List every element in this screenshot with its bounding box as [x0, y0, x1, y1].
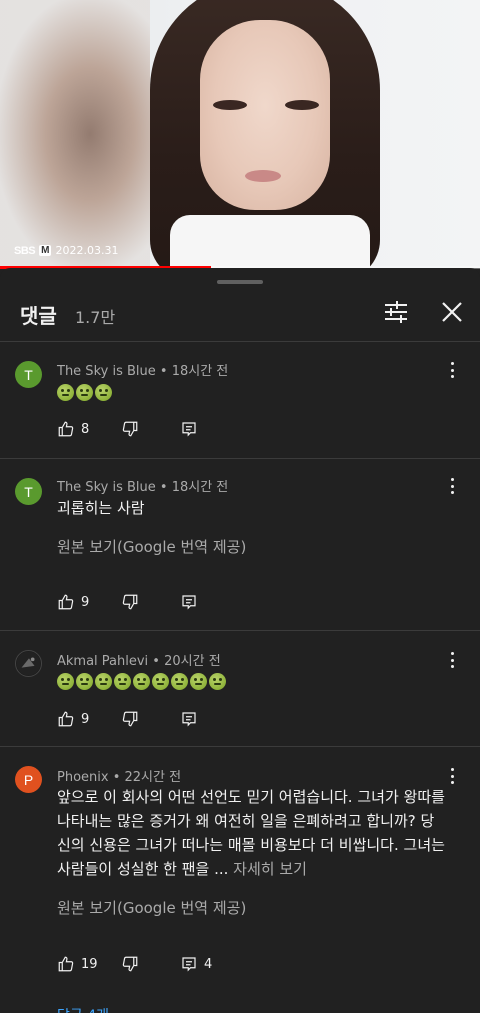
reply-comment-icon — [182, 595, 196, 610]
comment-item: T The Sky is Blue • 18시간 전 8 — [0, 342, 480, 458]
sick-face-emoji-icon — [133, 673, 150, 690]
thumbs-up-icon — [58, 421, 74, 437]
comment-text: 앞으로 이 회사의 어떤 선언도 믿기 어렵습니다. 그녀가 왕따를 나타내는 … — [57, 785, 447, 881]
like-button[interactable]: 8 — [57, 419, 89, 439]
sick-face-emoji-icon — [57, 384, 74, 401]
view-replies-link[interactable]: 답글 4개 — [57, 1005, 109, 1013]
video-subject-lips — [245, 170, 281, 182]
mtv-logo: M — [39, 245, 52, 256]
reply-button[interactable] — [180, 709, 198, 729]
comment-time: 18시간 전 — [171, 364, 229, 379]
sick-face-emoji-icon — [171, 673, 188, 690]
like-button[interactable]: 9 — [57, 592, 89, 612]
sick-face-emoji-icon — [95, 384, 112, 401]
view-original-link[interactable]: 원본 보기(Google 번역 제공) — [57, 536, 246, 557]
reply-button[interactable]: 4 — [180, 954, 212, 974]
comment-item: Akmal Pahlevi • 20시간 전 9 — [0, 631, 480, 746]
like-count: 19 — [81, 956, 98, 972]
drag-handle[interactable] — [217, 280, 263, 284]
dislike-button[interactable] — [121, 592, 139, 612]
comment-time: 22시간 전 — [124, 770, 182, 785]
sick-face-emoji-icon — [209, 673, 226, 690]
filter-sliders-icon[interactable] — [382, 298, 410, 326]
comments-header: 댓글 1.7만 — [0, 296, 480, 342]
avatar-letter: T — [24, 366, 33, 383]
comment-text — [57, 669, 447, 693]
sick-face-emoji-icon — [190, 673, 207, 690]
sick-face-emoji-icon — [95, 673, 112, 690]
avatar[interactable]: T — [15, 478, 42, 505]
thumbs-up-icon — [58, 594, 74, 610]
reply-button[interactable] — [180, 592, 198, 612]
comment-author[interactable]: Akmal Pahlevi — [57, 654, 148, 669]
comment-author[interactable]: Phoenix — [57, 770, 109, 785]
video-subject-eye — [285, 100, 319, 110]
avatar-image — [16, 651, 41, 676]
like-count: 9 — [81, 594, 90, 610]
video-blur-foreground — [0, 0, 150, 268]
thumbs-up-icon — [58, 711, 74, 727]
thumbs-up-icon — [58, 956, 74, 972]
like-button[interactable]: 19 — [57, 954, 98, 974]
comment-meta: Akmal Pahlevi • 20시간 전 — [57, 654, 221, 669]
sick-face-emoji-icon — [57, 673, 74, 690]
sbs-logo: SBS — [14, 244, 36, 257]
more-options-icon[interactable] — [444, 766, 460, 786]
thumbs-down-icon — [122, 421, 138, 437]
dislike-button[interactable] — [121, 419, 139, 439]
close-icon[interactable] — [438, 298, 466, 326]
comment-meta: The Sky is Blue • 18시간 전 — [57, 480, 229, 495]
thumbs-down-icon — [122, 711, 138, 727]
avatar[interactable]: T — [15, 361, 42, 388]
comment-meta: Phoenix • 22시간 전 — [57, 770, 182, 785]
reply-comment-icon — [182, 712, 196, 727]
more-options-icon[interactable] — [444, 650, 460, 670]
comment-time: 20시간 전 — [164, 654, 221, 669]
read-more-link[interactable]: 자세히 보기 — [233, 860, 307, 878]
thumbs-down-icon — [122, 594, 138, 610]
comment-text: 괴롭히는 사람 — [57, 499, 145, 517]
like-count: 9 — [81, 711, 90, 727]
dislike-button[interactable] — [121, 954, 139, 974]
video-player[interactable]: SBS M 2022.03.31 — [0, 0, 480, 268]
more-options-icon[interactable] — [444, 360, 460, 380]
comment-author[interactable]: The Sky is Blue — [57, 364, 156, 379]
reply-comment-icon — [182, 957, 196, 972]
watermark-date: 2022.03.31 — [55, 244, 119, 257]
thumbs-down-icon — [122, 956, 138, 972]
comments-title: 댓글 — [20, 304, 57, 328]
comment-meta: The Sky is Blue • 18시간 전 — [57, 364, 229, 379]
reply-count: 4 — [204, 956, 213, 972]
sick-face-emoji-icon — [76, 673, 93, 690]
comment-author[interactable]: The Sky is Blue — [57, 480, 156, 495]
comment-text — [57, 380, 447, 404]
reply-button[interactable] — [180, 419, 198, 439]
like-button[interactable]: 9 — [57, 709, 89, 729]
avatar-letter: T — [24, 483, 33, 500]
sick-face-emoji-icon — [114, 673, 131, 690]
video-subject-eye — [213, 100, 247, 110]
comment-item: P Phoenix • 22시간 전 앞으로 이 회사의 어떤 선언도 믿기 어… — [0, 747, 480, 1013]
comment-item: T The Sky is Blue • 18시간 전 괴롭히는 사람 원본 보기… — [0, 459, 480, 629]
sick-face-emoji-icon — [152, 673, 169, 690]
video-subject-collar — [170, 215, 370, 268]
comments-count: 1.7만 — [75, 308, 116, 327]
avatar[interactable] — [15, 650, 42, 677]
dislike-button[interactable] — [121, 709, 139, 729]
broadcaster-watermark: SBS M 2022.03.31 — [14, 244, 118, 257]
more-options-icon[interactable] — [444, 476, 460, 496]
like-count: 8 — [81, 421, 90, 437]
view-original-link[interactable]: 원본 보기(Google 번역 제공) — [57, 897, 246, 918]
sick-face-emoji-icon — [76, 384, 93, 401]
reply-comment-icon — [182, 422, 196, 437]
avatar[interactable]: P — [15, 766, 42, 793]
avatar-letter: P — [23, 771, 34, 788]
comment-time: 18시간 전 — [171, 480, 229, 495]
